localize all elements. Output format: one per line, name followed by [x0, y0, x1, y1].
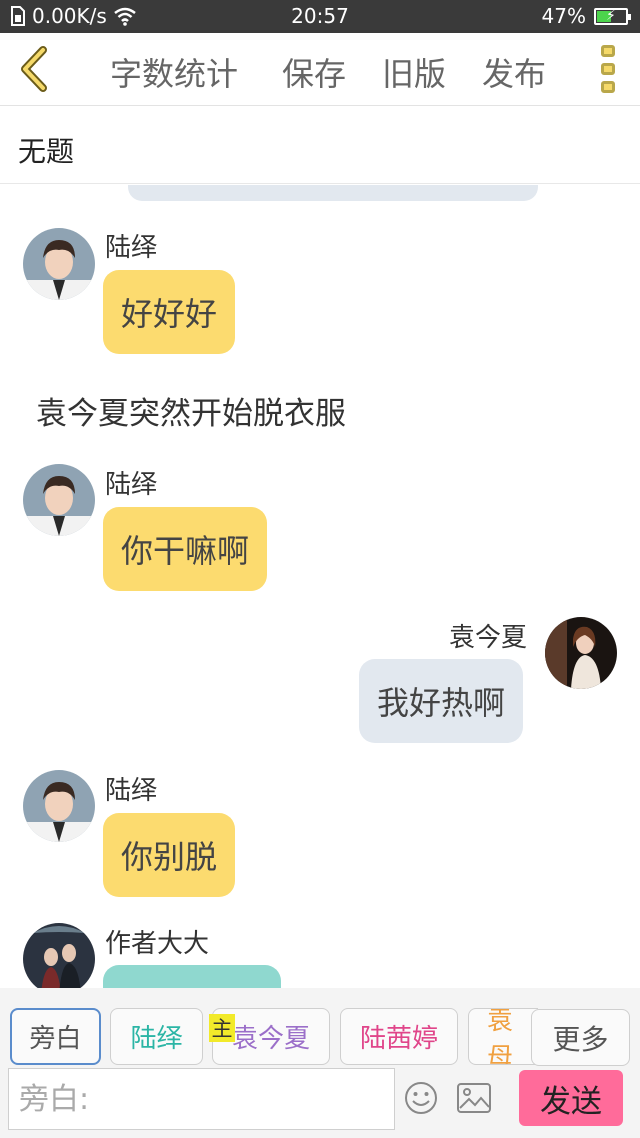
message-bubble[interactable]: 好好好 — [103, 270, 236, 354]
avatar-lu-yi[interactable] — [23, 228, 95, 300]
message-input[interactable] — [8, 1068, 395, 1130]
sender-name: 陆绎 — [105, 776, 158, 806]
send-button[interactable]: 发送 — [519, 1070, 623, 1126]
old-version-button[interactable]: 旧版 — [382, 49, 446, 95]
avatar-author[interactable] — [23, 923, 95, 988]
emoji-icon[interactable] — [404, 1081, 438, 1115]
more-characters-button[interactable]: 更多 — [531, 1009, 630, 1066]
image-icon[interactable] — [456, 1082, 492, 1114]
more-menu-button[interactable] — [598, 43, 618, 95]
charging-icon: ⚡ — [606, 7, 616, 24]
avatar-boy-icon — [23, 770, 95, 842]
chat-area[interactable]: 陆绎 好好好 袁今夏突然开始脱衣服 陆绎 你干嘛啊 袁今夏 我好热啊 陆绎 你别… — [0, 185, 640, 988]
avatar-girl-icon — [545, 617, 617, 689]
word-count-button[interactable]: 字数统计 — [110, 49, 238, 95]
status-bar: 0.00K/s 20:57 47% ⚡ — [0, 0, 640, 33]
chevron-left-icon — [21, 46, 47, 92]
message-bubble[interactable]: 你干嘛啊 — [103, 507, 268, 591]
sender-name: 陆绎 — [105, 470, 158, 500]
menu-dot-icon — [601, 81, 615, 93]
input-bar: 发送 — [0, 1066, 640, 1138]
menu-dot-icon — [601, 63, 615, 75]
battery-percent: 47% — [541, 4, 586, 28]
avatar-boy-icon — [23, 464, 95, 536]
character-chip-yuan-mu[interactable]: 袁母 — [468, 1008, 538, 1065]
avatar-yuan-jinxia[interactable] — [545, 617, 617, 689]
publish-button[interactable]: 发布 — [482, 49, 546, 95]
character-chip-narrator[interactable]: 旁白 — [10, 1008, 101, 1065]
avatar-couple-icon — [23, 923, 95, 988]
battery-icon: ⚡ — [594, 7, 631, 25]
message-bubble[interactable]: 你别脱 — [103, 813, 236, 897]
sender-name: 袁今夏 — [449, 623, 528, 653]
character-chip-lu-xiting[interactable]: 陆茜婷 — [340, 1008, 458, 1065]
story-title: 无题 — [18, 135, 75, 168]
message-bubble[interactable] — [128, 185, 538, 201]
avatar-boy-icon — [23, 228, 95, 300]
toolbar: 字数统计 保存 旧版 发布 — [0, 33, 640, 106]
sender-name: 陆绎 — [105, 233, 158, 263]
status-right: 47% ⚡ — [541, 4, 631, 28]
message-bubble[interactable] — [103, 965, 281, 988]
avatar-lu-yi[interactable] — [23, 770, 95, 842]
title-row[interactable]: 无题 — [0, 106, 640, 184]
message-bubble[interactable]: 我好热啊 — [359, 659, 524, 743]
sender-name: 作者大大 — [105, 929, 210, 959]
menu-dot-icon — [601, 45, 615, 57]
save-button[interactable]: 保存 — [282, 49, 346, 95]
character-chip-lu-yi[interactable]: 陆绎 — [110, 1008, 203, 1065]
back-button[interactable] — [14, 43, 54, 95]
avatar-lu-yi[interactable] — [23, 464, 95, 536]
main-character-badge: 主 — [209, 1014, 235, 1042]
narration-text[interactable]: 袁今夏突然开始脱衣服 — [36, 388, 346, 433]
